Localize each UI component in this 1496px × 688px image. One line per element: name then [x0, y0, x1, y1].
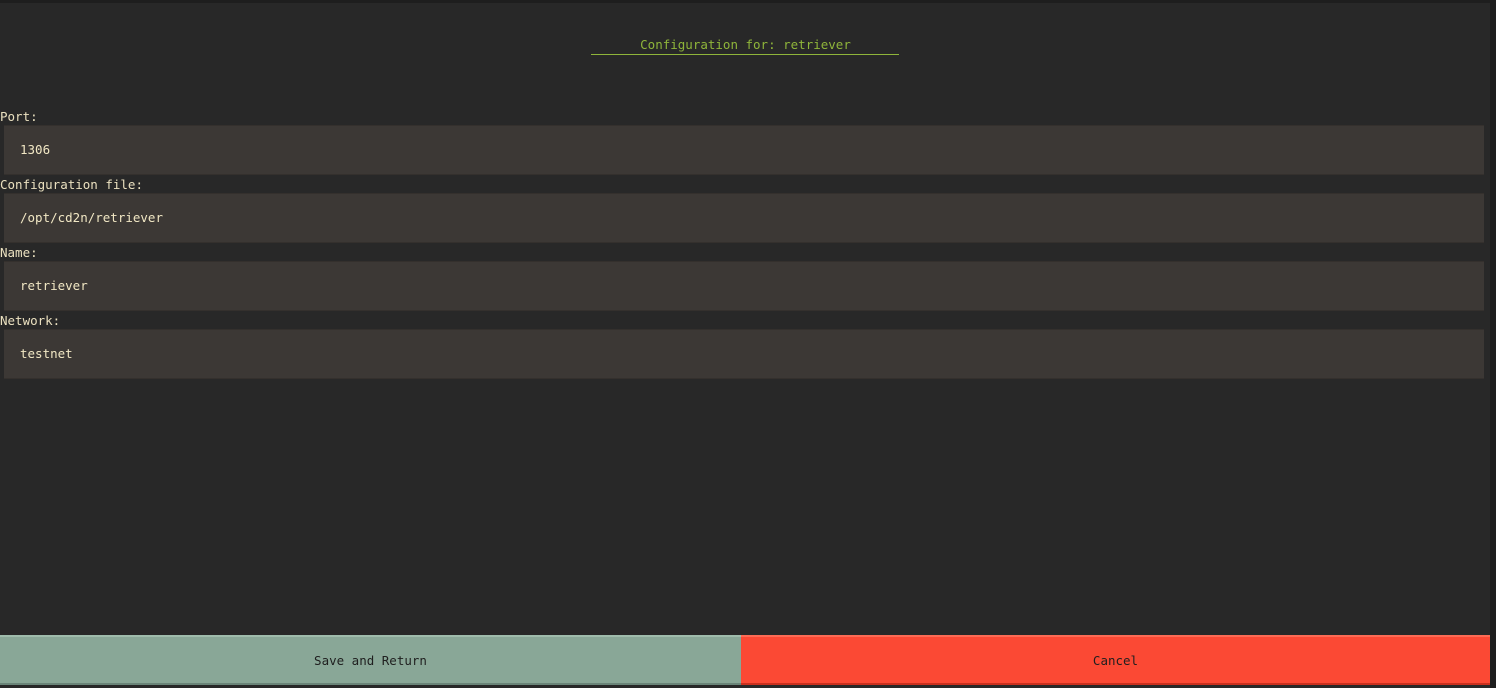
- name-label: Name:: [0, 245, 38, 260]
- window-edge: [1490, 0, 1496, 688]
- page-title: Configuration for: retriever: [591, 37, 899, 55]
- port-input[interactable]: 1306: [4, 125, 1484, 175]
- network-label: Network:: [0, 313, 61, 328]
- config-file-input[interactable]: /opt/cd2n/retriever: [4, 193, 1484, 243]
- title-container: Configuration for: retriever: [0, 37, 1490, 55]
- save-button-label: Save and Return: [314, 652, 427, 668]
- cancel-button-label: Cancel: [1092, 652, 1139, 668]
- cancel-button[interactable]: Cancel: [741, 635, 1490, 685]
- save-and-return-button[interactable]: Save and Return: [0, 635, 741, 685]
- config-screen: Configuration for: retriever Port: 1306 …: [0, 0, 1490, 688]
- network-input[interactable]: testnet: [4, 329, 1484, 379]
- config-file-label: Configuration file:: [0, 177, 143, 192]
- port-label: Port:: [0, 109, 38, 124]
- name-input[interactable]: retriever: [4, 261, 1484, 311]
